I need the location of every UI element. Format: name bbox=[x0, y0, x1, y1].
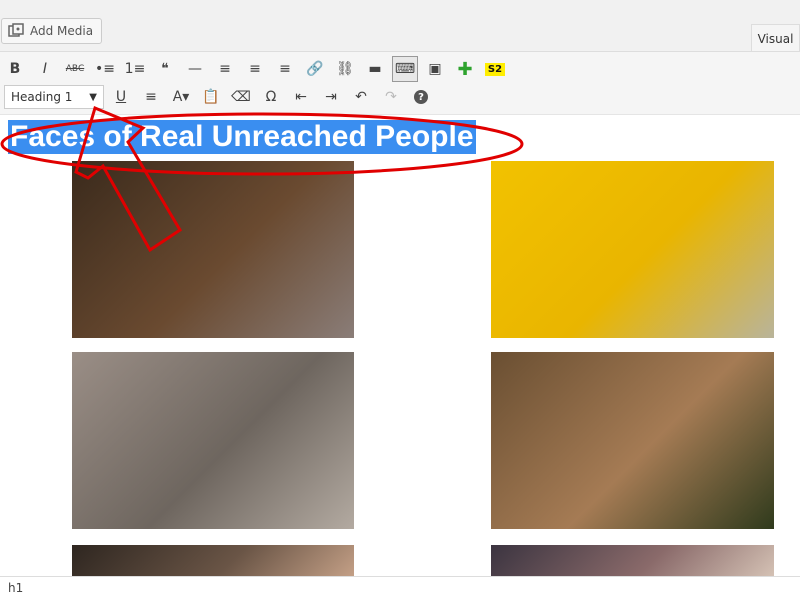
numbered-list-icon: 1≡ bbox=[124, 61, 146, 77]
insert-link-button[interactable]: 🔗 bbox=[300, 55, 330, 83]
media-bar: Add Media Visual bbox=[0, 0, 800, 52]
special-character-button[interactable]: Ω bbox=[256, 83, 286, 111]
tab-visual[interactable]: Visual bbox=[751, 24, 800, 52]
page-heading[interactable]: Faces of Real Unreached People bbox=[8, 120, 476, 154]
s2-icon: S2 bbox=[484, 62, 506, 76]
toolbar-row-2: U ≡ A▾ 📋 ⌫ Ω ⇤ ⇥ ↶ ↷? bbox=[106, 83, 436, 111]
photo-child-yellow-wall[interactable] bbox=[491, 161, 774, 338]
align-right-icon: ≡ bbox=[279, 61, 291, 77]
add-media-label: Add Media bbox=[30, 24, 94, 38]
align-center-button[interactable]: ≡ bbox=[240, 55, 270, 83]
bulleted-list-icon: •≡ bbox=[95, 61, 115, 77]
undo-icon: ↶ bbox=[355, 89, 367, 105]
add-media-icon bbox=[8, 23, 24, 37]
bulleted-list-button[interactable]: •≡ bbox=[90, 55, 120, 83]
indent-icon: ⇥ bbox=[325, 89, 337, 105]
redo-icon: ↷ bbox=[385, 89, 397, 105]
indent-button[interactable]: ⇥ bbox=[316, 83, 346, 111]
special-character-icon: Ω bbox=[265, 89, 277, 105]
bold-icon: B bbox=[9, 61, 21, 77]
toolbar-toggle-button[interactable]: ⌨ bbox=[392, 56, 418, 82]
strikethrough-button[interactable]: ABC bbox=[60, 55, 90, 83]
align-center-icon: ≡ bbox=[249, 61, 261, 77]
photo-group-partial[interactable] bbox=[491, 545, 774, 577]
help-button[interactable]: ? bbox=[406, 83, 436, 111]
strikethrough-icon: ABC bbox=[65, 64, 85, 74]
photo-man-on-steps[interactable] bbox=[72, 352, 354, 529]
add-media-button[interactable]: Add Media bbox=[1, 18, 103, 44]
text-color-button[interactable]: A▾ bbox=[166, 83, 196, 111]
s2-button[interactable]: S2 bbox=[480, 55, 510, 83]
italic-icon: I bbox=[42, 61, 48, 77]
outdent-icon: ⇤ bbox=[295, 89, 307, 105]
editor-toolbar: B I ABC •≡ 1≡ ❝ — ≡ ≡ ≡ 🔗 ⛓ ▬ ⌨ ▣ ✚ S2 Heading 1 ▼ U ≡ A▾ 📋… bbox=[0, 52, 800, 115]
remove-link-icon: ⛓ bbox=[336, 61, 354, 77]
remove-link-button[interactable]: ⛓ bbox=[330, 55, 360, 83]
toolbar-row-1: B I ABC •≡ 1≡ ❝ — ≡ ≡ ≡ 🔗 ⛓ ▬ ⌨ ▣ ✚ S2 bbox=[0, 55, 510, 83]
read-more-button[interactable]: ▬ bbox=[360, 55, 390, 83]
photo-boy-with-monkey[interactable] bbox=[491, 352, 774, 529]
format-select-value: Heading 1 bbox=[11, 90, 73, 104]
align-left-button[interactable]: ≡ bbox=[210, 55, 240, 83]
help-icon: ? bbox=[414, 90, 428, 104]
horizontal-line-button[interactable]: — bbox=[180, 55, 210, 83]
underline-icon: U bbox=[115, 89, 127, 105]
content-area[interactable]: Faces of Real Unreached People bbox=[0, 115, 800, 577]
chevron-down-icon: ▼ bbox=[89, 91, 97, 103]
italic-button[interactable]: I bbox=[30, 55, 60, 83]
bold-button[interactable]: B bbox=[0, 55, 30, 83]
format-select[interactable]: Heading 1 ▼ bbox=[4, 85, 104, 109]
align-left-icon: ≡ bbox=[219, 61, 231, 77]
align-right-button[interactable]: ≡ bbox=[270, 55, 300, 83]
outdent-button[interactable]: ⇤ bbox=[286, 83, 316, 111]
add-gallery-button[interactable]: ▣ bbox=[420, 55, 450, 83]
plugin-plus-button[interactable]: ✚ bbox=[450, 55, 480, 83]
insert-link-icon: 🔗 bbox=[306, 61, 324, 77]
toolbar-toggle-icon: ⌨ bbox=[394, 61, 416, 77]
redo-button[interactable]: ↷ bbox=[376, 83, 406, 111]
paste-as-text-button[interactable]: 📋 bbox=[196, 83, 226, 111]
editor: B I ABC •≡ 1≡ ❝ — ≡ ≡ ≡ 🔗 ⛓ ▬ ⌨ ▣ ✚ S2 Heading 1 ▼ U ≡ A▾ 📋… bbox=[0, 51, 800, 577]
add-gallery-icon: ▣ bbox=[428, 61, 442, 77]
status-path: h1 bbox=[0, 576, 800, 600]
read-more-icon: ▬ bbox=[368, 61, 382, 77]
justify-button[interactable]: ≡ bbox=[136, 83, 166, 111]
text-color-icon: A▾ bbox=[172, 89, 190, 105]
plugin-plus-icon: ✚ bbox=[457, 58, 473, 80]
numbered-list-button[interactable]: 1≡ bbox=[120, 55, 150, 83]
clear-formatting-button[interactable]: ⌫ bbox=[226, 83, 256, 111]
underline-button[interactable]: U bbox=[106, 83, 136, 111]
justify-icon: ≡ bbox=[145, 89, 157, 105]
undo-button[interactable]: ↶ bbox=[346, 83, 376, 111]
blockquote-icon: ❝ bbox=[161, 61, 169, 77]
photo-elderly-woman[interactable] bbox=[72, 161, 354, 338]
photo-man-closeup[interactable] bbox=[72, 545, 354, 577]
horizontal-line-icon: — bbox=[188, 61, 202, 77]
clear-formatting-icon: ⌫ bbox=[231, 89, 251, 105]
blockquote-button[interactable]: ❝ bbox=[150, 55, 180, 83]
paste-as-text-icon: 📋 bbox=[202, 89, 220, 105]
